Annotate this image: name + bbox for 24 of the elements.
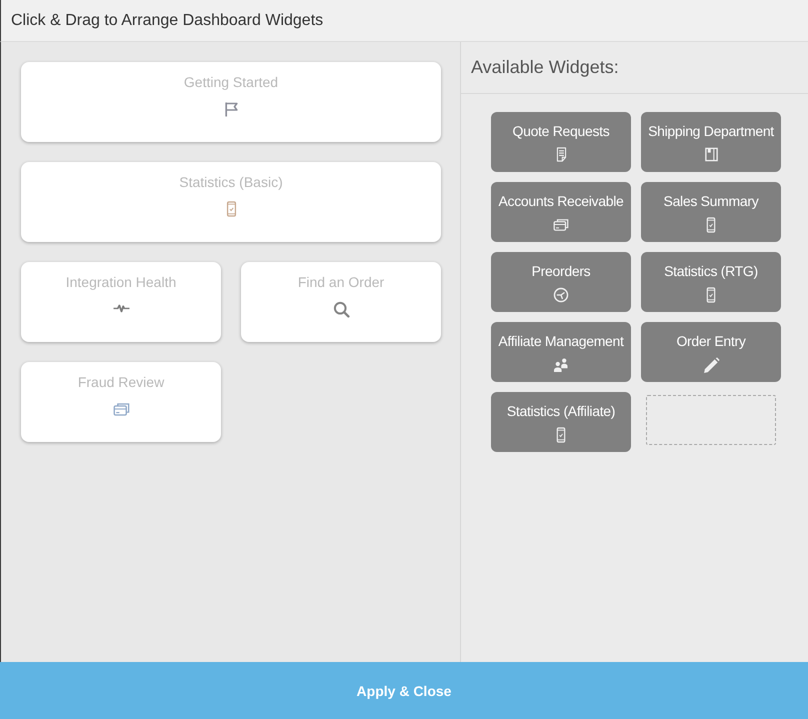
widget-tile[interactable]: Preorders bbox=[491, 252, 631, 312]
widget-tile[interactable]: Statistics (RTG) bbox=[641, 252, 781, 312]
widget-tile[interactable]: Quote Requests bbox=[491, 112, 631, 172]
widget-tile[interactable]: Order Entry bbox=[641, 322, 781, 382]
widget-tile[interactable]: Affiliate Management bbox=[491, 322, 631, 382]
credit-cards-icon bbox=[112, 401, 130, 417]
widget-tile[interactable]: Statistics (Affiliate) bbox=[491, 392, 631, 452]
phone-check-icon bbox=[704, 287, 718, 303]
phone-check-icon bbox=[554, 427, 568, 443]
widget-tile[interactable]: Sales Summary bbox=[641, 182, 781, 242]
document-icon bbox=[554, 147, 568, 162]
pencil-icon bbox=[702, 357, 720, 374]
widget-tile[interactable]: Accounts Receivable bbox=[491, 182, 631, 242]
credit-cards-icon bbox=[553, 217, 569, 232]
phone-check-icon bbox=[704, 217, 718, 233]
search-icon bbox=[332, 301, 350, 318]
panel-heading: Available Widgets: bbox=[471, 57, 619, 78]
people-icon bbox=[553, 357, 569, 373]
widget-tile[interactable]: Shipping Department bbox=[641, 112, 781, 172]
flag-icon bbox=[222, 101, 240, 117]
box-icon bbox=[704, 147, 718, 162]
clock-icon bbox=[553, 287, 569, 303]
window-title: Click & Drag to Arrange Dashboard Widgets bbox=[11, 12, 324, 30]
apply-close-button[interactable]: Apply & Close bbox=[0, 662, 808, 719]
